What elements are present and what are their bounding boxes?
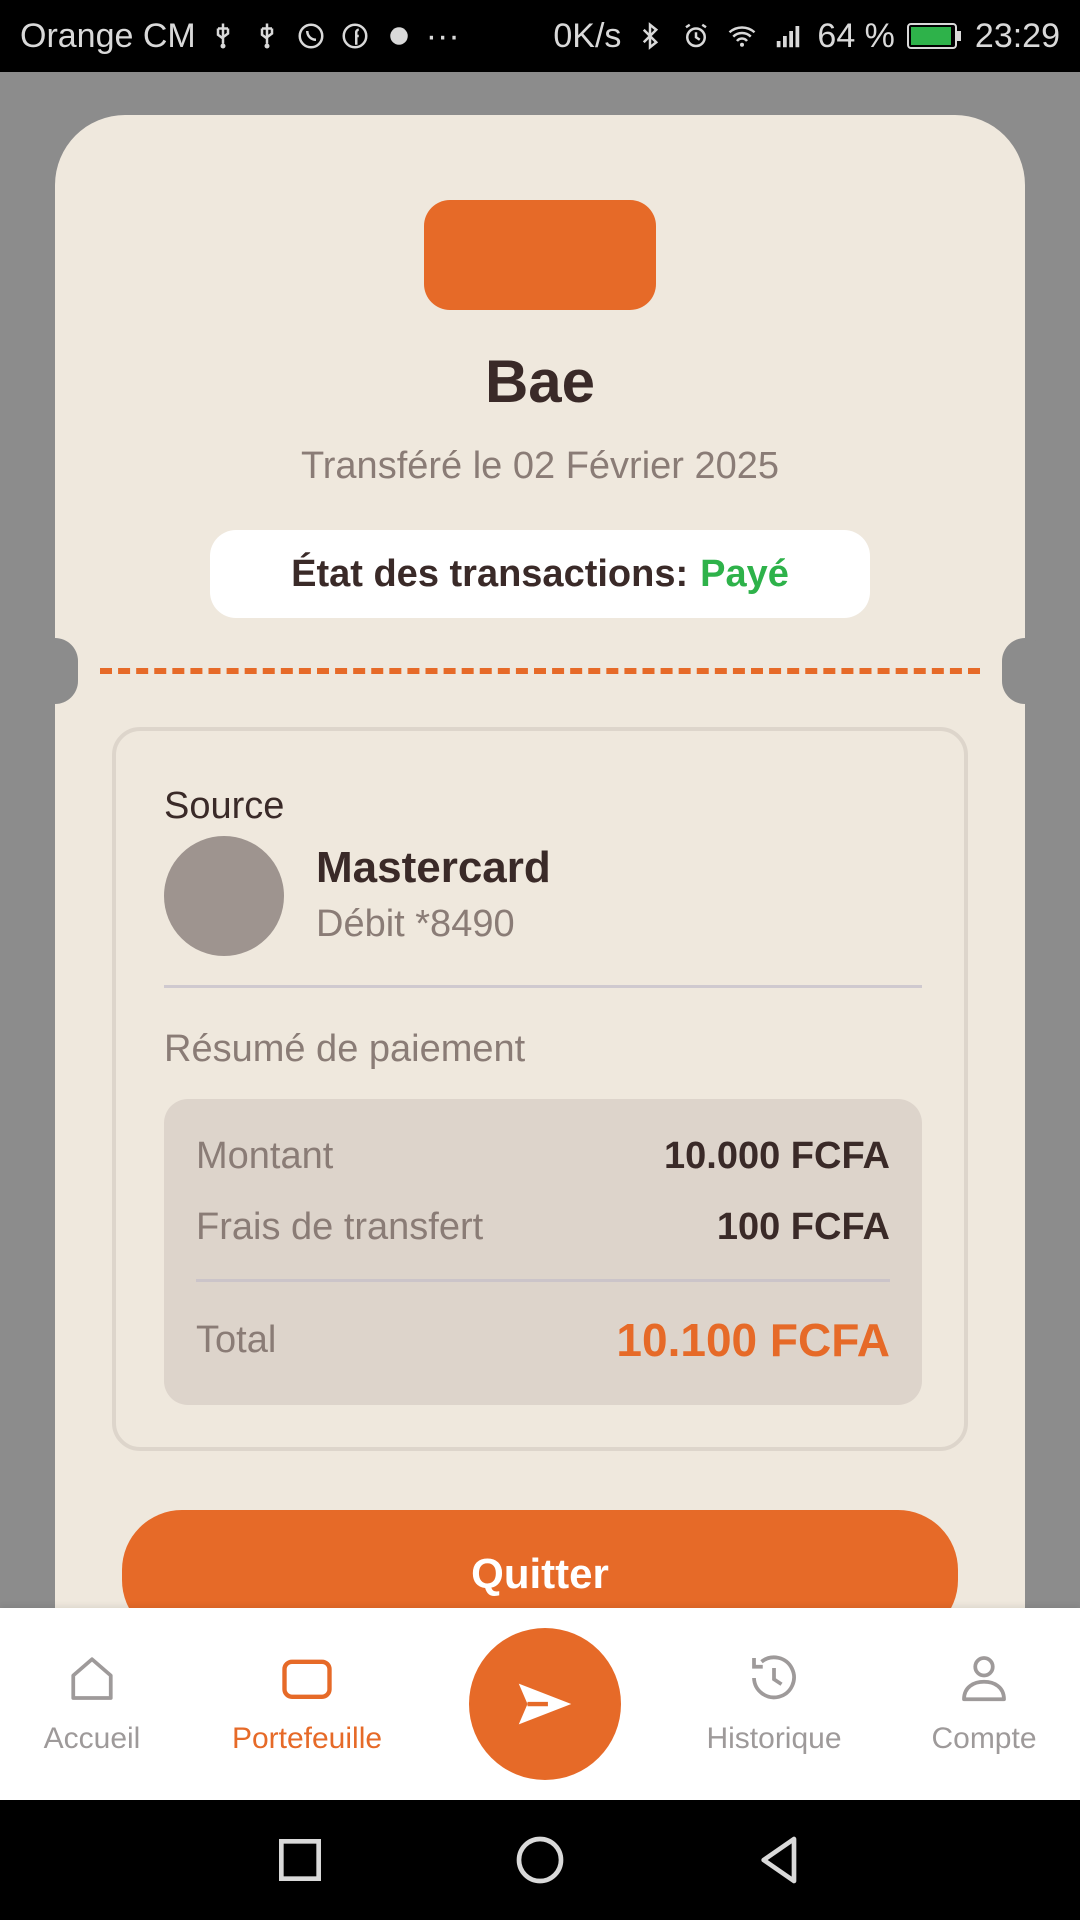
nav-item-compte[interactable]: Compte [884, 1648, 1080, 1756]
bottom-navigation: Accueil Portefeuille Historique Compte [0, 1608, 1080, 1800]
transaction-status: État des transactions: Payé [210, 530, 870, 618]
transaction-status-label: État des transactions: [291, 552, 689, 595]
source-label: Source [164, 785, 285, 827]
receipt-card: Bae Transféré le 02 Février 2025 État de… [55, 115, 1025, 1615]
carrier-name: Orange CM [20, 16, 196, 55]
back-button[interactable] [750, 1830, 810, 1890]
home-button[interactable] [510, 1830, 570, 1890]
summary-row-label: Frais de transfert [196, 1206, 484, 1248]
nav-label: Accueil [43, 1722, 141, 1755]
alarm-icon [679, 19, 713, 53]
wifi-icon [725, 19, 759, 53]
usb-icon [250, 19, 284, 53]
net-speed: 0K/s [553, 16, 622, 55]
summary-row-value: 100 FCFA [716, 1206, 890, 1248]
battery-percent: 64 % [817, 16, 895, 55]
total-label: Total [196, 1318, 277, 1361]
nav-label: Historique [706, 1722, 842, 1755]
summary-row-amount: Montant 10.000 FCFA [196, 1135, 890, 1178]
ticket-notch-left [32, 638, 78, 704]
status-bar: Orange CM ··· 0K/s 64 % 23:29 [0, 0, 1080, 72]
system-navigation-bar [0, 1800, 1080, 1920]
card-detail: Débit *8490 [316, 903, 515, 945]
clock-time: 23:29 [974, 16, 1060, 55]
usb-icon [206, 19, 240, 53]
circle-icon [516, 1836, 564, 1884]
square-icon [279, 1839, 321, 1881]
home-icon [71, 1657, 113, 1700]
card-avatar [164, 836, 284, 956]
divider [164, 985, 922, 988]
app-icon [382, 19, 416, 53]
card-name: Mastercard [316, 843, 551, 892]
total-value: 10.100 FCFA [616, 1314, 890, 1366]
summary-row-fees: Frais de transfert 100 FCFA [196, 1206, 890, 1249]
nav-item-historique[interactable]: Historique [674, 1648, 874, 1756]
summary-divider [196, 1279, 890, 1282]
nav-label: Portefeuille [231, 1722, 383, 1755]
recipient-name: Bae [484, 348, 596, 415]
summary-row-label: Montant [196, 1135, 334, 1177]
payment-details-panel: Source Mastercard Débit *8490 Résumé de … [112, 727, 968, 1451]
whatsapp-icon [294, 19, 328, 53]
recents-button[interactable] [270, 1830, 330, 1890]
summary-box: Montant 10.000 FCFA Frais de transfert 1… [164, 1099, 922, 1405]
send-money-button[interactable] [469, 1628, 621, 1780]
summary-row-total: Total 10.100 FCFA [196, 1313, 890, 1367]
summary-title: Résumé de paiement [164, 1028, 526, 1070]
transfer-date: Transféré le 02 Février 2025 [300, 445, 780, 487]
nav-item-accueil[interactable]: Accueil [0, 1648, 192, 1756]
battery-icon [906, 21, 963, 51]
dashed-divider [100, 668, 980, 674]
signal-icon [771, 19, 805, 53]
transaction-status-value: Payé [700, 552, 789, 595]
bluetooth-icon [633, 19, 667, 53]
recipient-logo-placeholder [424, 200, 656, 310]
more-icon: ··· [425, 16, 460, 55]
facebook-icon [338, 19, 372, 53]
wallet-icon [282, 1659, 332, 1699]
nav-label: Compte [931, 1722, 1037, 1755]
summary-row-value: 10.000 FCFA [664, 1135, 890, 1177]
user-icon [962, 1656, 1006, 1702]
send-icon [518, 1683, 572, 1725]
quit-button[interactable]: Quitter [122, 1510, 958, 1615]
back-triangle-icon [761, 1836, 797, 1884]
ticket-notch-right [1002, 638, 1048, 704]
history-icon [752, 1655, 796, 1700]
nav-item-portefeuille[interactable]: Portefeuille [207, 1648, 407, 1756]
